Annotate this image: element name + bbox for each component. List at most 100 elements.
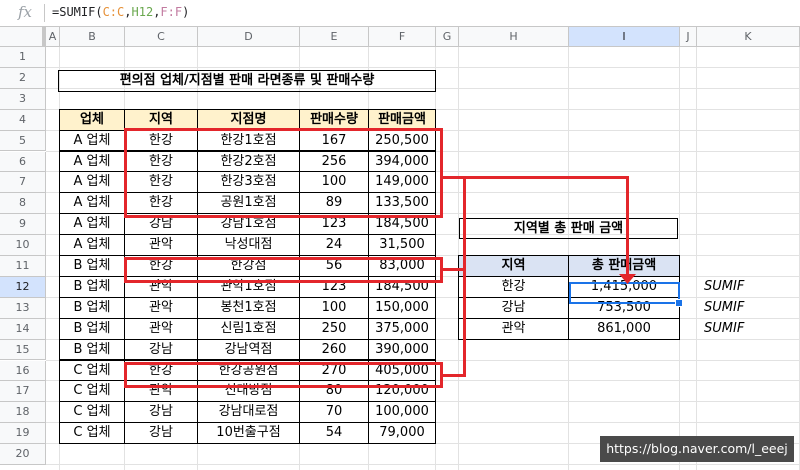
row-header-17[interactable]: 17 (0, 381, 46, 403)
column-header-f[interactable]: F (369, 27, 436, 47)
table-cell[interactable]: B 업체 (59, 296, 125, 319)
table-cell[interactable]: A 업체 (59, 129, 125, 152)
table-cell[interactable]: 관악 (124, 296, 198, 319)
table-cell[interactable]: 강남 (124, 338, 198, 361)
row-header-10[interactable]: 10 (0, 235, 46, 256)
table-cell[interactable]: 10번출구점 (197, 422, 300, 445)
highlight-box-hangang-store (124, 257, 443, 283)
table-cell[interactable]: 신림1호점 (197, 317, 300, 340)
column-header-c[interactable]: C (125, 27, 198, 47)
gridline-col (696, 47, 697, 470)
table-cell[interactable]: A 업체 (59, 150, 125, 173)
table-cell[interactable]: 24 (299, 234, 369, 256)
row-header-1[interactable]: 1 (0, 47, 46, 68)
row-header-13[interactable]: 13 (0, 297, 46, 319)
row-header-6[interactable]: 6 (0, 151, 46, 173)
row-header-4[interactable]: 4 (0, 109, 46, 131)
connector-line (626, 176, 629, 278)
sumif-label: SUMIF (704, 278, 745, 294)
table-cell[interactable]: 강남 (124, 422, 198, 445)
fx-icon: fx (18, 3, 33, 21)
column-header-i[interactable]: I (569, 27, 680, 47)
gridline-row (46, 66, 800, 68)
summary-title: 지역별 총 판매 금액 (459, 218, 678, 239)
table-cell[interactable]: B 업체 (59, 255, 125, 277)
column-header-h[interactable]: H (459, 27, 569, 47)
table-cell[interactable]: 260 (299, 338, 369, 361)
connector-line (443, 176, 629, 179)
summary-header-cell: 지역 (458, 255, 569, 277)
table-cell[interactable]: 강남 (124, 401, 198, 424)
row-header-18[interactable]: 18 (0, 402, 46, 424)
table-cell[interactable]: 관악 (124, 317, 198, 340)
table-cell[interactable]: 375,000 (368, 317, 436, 340)
table-cell[interactable]: B 업체 (59, 317, 125, 340)
table-cell[interactable]: 봉천1호점 (197, 296, 300, 319)
arrow-head-icon (619, 274, 636, 284)
blog-watermark: https://blog.naver.com/l_eeej (600, 436, 794, 462)
table-cell[interactable]: 250 (299, 317, 369, 340)
column-header-j[interactable]: J (680, 27, 697, 47)
summary-cell[interactable]: 한강 (458, 275, 569, 298)
row-header-3[interactable]: 3 (0, 88, 46, 110)
summary-cell[interactable]: 강남 (458, 296, 569, 319)
table-cell[interactable]: C 업체 (59, 380, 125, 403)
column-header-e[interactable]: E (300, 27, 369, 47)
table-cell[interactable]: 31,500 (368, 234, 436, 256)
summary-cell[interactable]: 관악 (458, 317, 569, 340)
formula-bar: fx =SUMIF(C:C,H12,F:F) (0, 0, 800, 27)
row-header-11[interactable]: 11 (0, 256, 46, 277)
row-header-12[interactable]: 12 (0, 276, 46, 298)
select-all-corner[interactable] (0, 27, 46, 47)
table-cell[interactable]: 150,000 (368, 296, 436, 319)
row-header-8[interactable]: 8 (0, 193, 46, 215)
highlight-box-hangang-park (124, 362, 443, 388)
row-header-7[interactable]: 7 (0, 172, 46, 194)
column-header-g[interactable]: G (436, 27, 459, 47)
highlight-box-hangang-group (124, 128, 443, 218)
table-cell[interactable]: 79,000 (368, 422, 436, 445)
main-title: 편의점 업체/지점별 판매 라면종류 및 판매수량 (58, 70, 436, 92)
connector-line (463, 176, 466, 377)
connector-line (443, 374, 465, 377)
summary-cell[interactable]: 861,000 (568, 317, 680, 340)
row-header-19[interactable]: 19 (0, 423, 46, 445)
sumif-label: SUMIF (704, 320, 745, 336)
table-cell[interactable]: B 업체 (59, 338, 125, 361)
table-cell[interactable]: C 업체 (59, 401, 125, 424)
table-cell[interactable]: C 업체 (59, 422, 125, 445)
table-cell[interactable]: 강남대로점 (197, 401, 300, 424)
table-cell[interactable]: A 업체 (59, 171, 125, 194)
selected-cell-i12[interactable] (569, 282, 680, 304)
table-cell[interactable]: 390,000 (368, 338, 436, 361)
table-cell[interactable]: A 업체 (59, 192, 125, 215)
fill-handle[interactable] (675, 299, 683, 307)
table-cell[interactable]: 강남역점 (197, 338, 300, 361)
table-cell[interactable]: 낙성대점 (197, 234, 300, 256)
table-header-cell: 업체 (59, 108, 125, 131)
sumif-label: SUMIF (704, 299, 745, 315)
gridline-row (46, 464, 800, 465)
table-cell[interactable]: A 업체 (59, 234, 125, 256)
table-cell[interactable]: C 업체 (59, 359, 125, 382)
table-cell[interactable]: A 업체 (59, 213, 125, 236)
row-header-5[interactable]: 5 (0, 130, 46, 152)
row-header-20[interactable]: 20 (0, 444, 46, 465)
column-header-k[interactable]: K (697, 27, 800, 47)
row-header-2[interactable]: 2 (0, 67, 46, 89)
formula-input[interactable]: =SUMIF(C:C,H12,F:F) (52, 5, 189, 19)
table-cell[interactable]: 100 (299, 296, 369, 319)
table-cell[interactable]: 54 (299, 422, 369, 445)
table-cell[interactable]: 70 (299, 401, 369, 424)
column-header-a[interactable]: A (46, 27, 60, 47)
table-cell[interactable]: 100,000 (368, 401, 436, 424)
table-cell[interactable]: 관악 (124, 234, 198, 256)
row-header-16[interactable]: 16 (0, 360, 46, 382)
row-header-14[interactable]: 14 (0, 318, 46, 340)
row-header-15[interactable]: 15 (0, 339, 46, 361)
table-cell[interactable]: B 업체 (59, 275, 125, 298)
row-header-9[interactable]: 9 (0, 214, 46, 236)
column-header-d[interactable]: D (198, 27, 300, 47)
column-header-b[interactable]: B (60, 27, 125, 47)
formula-bar-divider (44, 4, 45, 22)
